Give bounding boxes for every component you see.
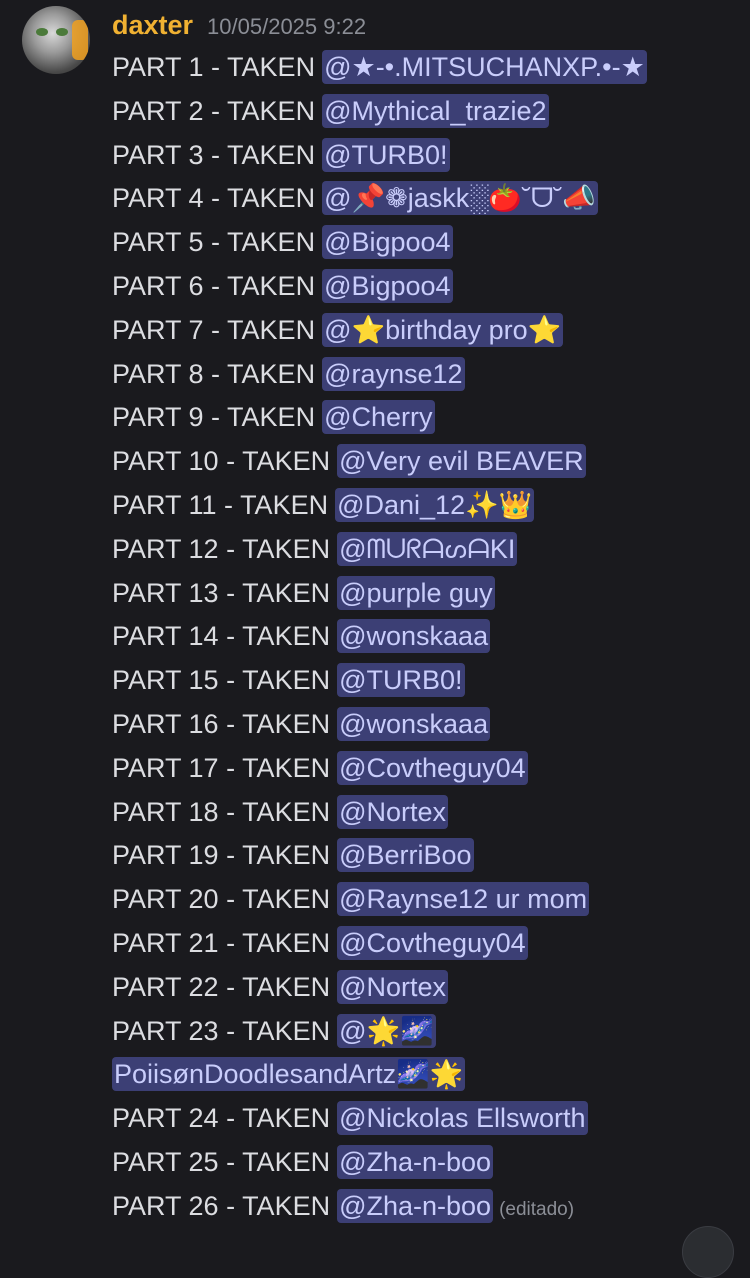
message-line: PART 6 - TAKEN @Bigpoo4 [112,265,732,309]
part-label: PART 16 - TAKEN [112,708,331,739]
message-line: PART 2 - TAKEN @Mythical_trazie2 [112,90,732,134]
message-line: PART 9 - TAKEN @Cherry [112,396,732,440]
user-mention[interactable]: @Zha-n-boo [337,1144,494,1179]
message-line: PART 14 - TAKEN @wonskaaa [112,615,732,659]
part-label: PART 7 - TAKEN [112,314,316,345]
user-mention[interactable]: @Zha-n-boo [337,1188,494,1223]
avatar-eye [36,28,48,36]
user-mention[interactable]: @Raynse12 ur mom [337,882,590,917]
message-line: PART 12 - TAKEN @ᗰᑌᖇᗩᔕᗩKI [112,528,732,572]
part-label: PART 1 - TAKEN [112,52,316,82]
message-line: PART 21 - TAKEN @Covtheguy04 [112,922,732,966]
message-line: PART 8 - TAKEN @raynse12 [112,353,732,397]
user-mention[interactable]: @purple guy [337,575,495,610]
part-label: PART 4 - TAKEN [112,183,316,214]
user-mention[interactable]: @Cherry [322,400,435,435]
user-mention[interactable]: @TURB0! [337,663,465,698]
message-line: PART 19 - TAKEN @BerriBoo [112,834,732,878]
message-line: PART 10 - TAKEN @Very evil BEAVER [112,440,732,484]
message-line: PART 13 - TAKEN @purple guy [112,572,732,616]
message-body: PART 1 - TAKEN @★-•.MITSUCHANXP.•-★ PART … [112,46,732,1229]
part-label: PART 8 - TAKEN [112,358,316,389]
part-label: PART 24 - TAKEN [112,1103,331,1134]
user-mention[interactable]: @wonskaaa [337,619,491,654]
message-line: PART 3 - TAKEN @TURB0! [112,134,732,178]
part-label: PART 25 - TAKEN [112,1146,331,1177]
user-mention[interactable]: @Very evil BEAVER [337,444,586,479]
message-line: PART 25 - TAKEN @Zha-n-boo [112,1141,732,1185]
part-label: PART 12 - TAKEN [112,533,331,564]
message-line: PART 17 - TAKEN @Covtheguy04 [112,747,732,791]
message-line: PART 4 - TAKEN @📌❁jaskk░🍅˘ᗜ˘📣 [112,177,732,221]
user-mention[interactable]: @TURB0! [322,137,450,172]
message-line: PART 26 - TAKEN @Zha-n-boo (editado) [112,1185,732,1229]
user-mention[interactable]: @BerriBoo [337,838,474,873]
part-label: PART 2 - TAKEN [112,95,316,126]
user-mention[interactable]: PoiisønDoodlesandArtz🌌🌟 [112,1057,466,1092]
user-mention[interactable]: @Nortex [337,794,449,829]
part-label: PART 11 - TAKEN [112,489,329,520]
avatar[interactable] [22,6,90,74]
message-line: PART 1 - TAKEN @★-•.MITSUCHANXP.•-★ [112,46,732,90]
message-line: PART 16 - TAKEN @wonskaaa [112,703,732,747]
part-label: PART 5 - TAKEN [112,227,316,258]
message-line: PART 23 - TAKEN @🌟🌌 [112,1010,732,1054]
user-mention[interactable]: @Bigpoo4 [322,268,453,303]
message-line: PART 24 - TAKEN @Nickolas Ellsworth [112,1097,732,1141]
user-mention[interactable]: @🌟🌌 [337,1013,436,1048]
avatar-headphone [72,20,88,60]
part-label: PART 21 - TAKEN [112,927,331,958]
part-label: PART 3 - TAKEN [112,139,316,170]
user-mention[interactable]: @⭐birthday pro⭐ [322,312,564,347]
part-label: PART 10 - TAKEN [112,446,331,477]
part-label: PART 18 - TAKEN [112,796,331,827]
part-label: PART 13 - TAKEN [112,577,331,608]
message-line: PART 15 - TAKEN @TURB0! [112,659,732,703]
message-line: PART 18 - TAKEN @Nortex [112,791,732,835]
part-label: PART 17 - TAKEN [112,752,331,783]
part-label: PART 22 - TAKEN [112,971,331,1002]
user-mention[interactable]: @📌❁jaskk░🍅˘ᗜ˘📣 [322,181,599,216]
part-label: PART 6 - TAKEN [112,270,316,301]
user-mention[interactable]: @ᗰᑌᖇᗩᔕᗩKI [337,531,518,566]
user-mention[interactable]: @raynse12 [322,356,465,391]
user-mention[interactable]: @Nickolas Ellsworth [337,1101,588,1136]
author-name[interactable]: daxter [112,8,193,42]
user-mention[interactable]: @Nortex [337,969,449,1004]
user-mention[interactable]: @Dani_12✨👑 [335,487,535,522]
user-mention[interactable]: @Covtheguy04 [337,750,528,785]
avatar-eye [56,28,68,36]
part-label: PART 19 - TAKEN [112,840,331,871]
user-mention[interactable]: @wonskaaa [337,706,491,741]
message-line: PART 7 - TAKEN @⭐birthday pro⭐ [112,309,732,353]
user-mention[interactable]: @Bigpoo4 [322,225,453,260]
part-label: PART 26 - TAKEN [112,1190,331,1221]
message-timestamp: 10/05/2025 9:22 [207,14,367,39]
message-line: PART 22 - TAKEN @Nortex [112,966,732,1010]
part-label: PART 23 - TAKEN [112,1015,331,1046]
part-label: PART 15 - TAKEN [112,665,331,696]
part-label: PART 9 - TAKEN [112,402,316,433]
message-header: daxter 10/05/2025 9:22 [112,8,366,42]
edited-label: (editado) [499,1198,575,1220]
message-line: PART 11 - TAKEN @Dani_12✨👑 [112,484,732,528]
scroll-down-button[interactable] [682,1226,734,1278]
part-label: PART 14 - TAKEN [112,621,331,652]
part-label: PART 20 - TAKEN [112,884,331,915]
message-line: PART 20 - TAKEN @Raynse12 ur mom [112,878,732,922]
user-mention[interactable]: @Mythical_trazie2 [322,93,549,128]
user-mention[interactable]: @★-•.MITSUCHANXP.•-★ [322,50,647,84]
user-mention[interactable]: @Covtheguy04 [337,925,528,960]
message-line: PART 5 - TAKEN @Bigpoo4 [112,221,732,265]
message-line: PoiisønDoodlesandArtz🌌🌟 [112,1053,732,1097]
